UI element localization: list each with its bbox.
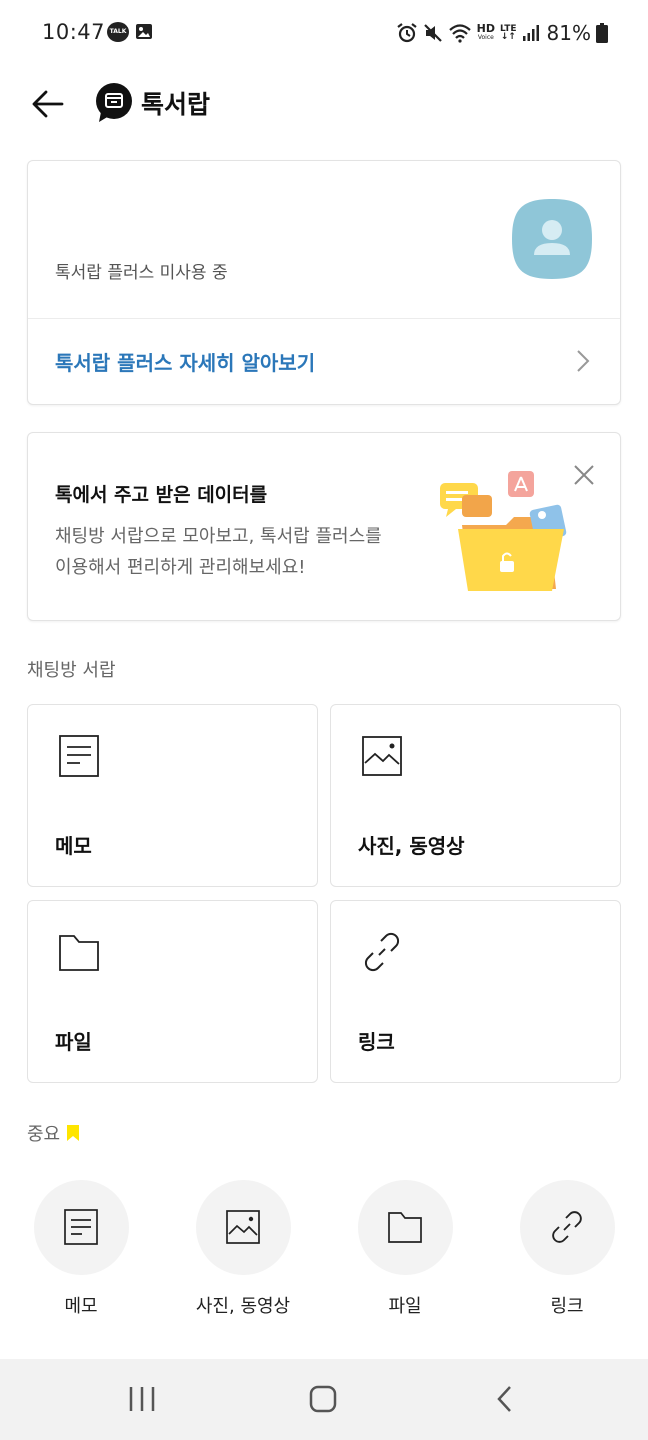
promo-description: 채팅방 서랍으로 모아보고, 톡서랍 플러스를 이용해서 편리하게 관리해보세요… <box>55 526 382 578</box>
important-link-label: 링크 <box>550 1296 584 1317</box>
hd-voice-indicator: HD Voice <box>476 22 495 41</box>
status-time: 10:47 <box>42 20 106 44</box>
image-notification-icon <box>136 24 152 39</box>
memo-icon <box>59 735 99 777</box>
photo-icon <box>362 736 402 776</box>
battery-icon <box>596 23 608 43</box>
file-tile-label: 파일 <box>55 1030 92 1054</box>
drawer-folder-illustration <box>440 471 567 591</box>
battery-percent: 81% <box>546 21 591 45</box>
plus-learn-more-link[interactable]: 톡서랍 플러스 자세히 알아보기 <box>55 347 315 376</box>
kakaotalk-notification-icon: TALK <box>107 22 129 42</box>
alarm-icon <box>396 23 417 43</box>
memo-icon <box>63 1209 98 1245</box>
memo-tile[interactable]: 메모 <box>27 704 318 887</box>
plus-status-text: 톡서랍 플러스 미사용 중 <box>55 263 228 283</box>
nav-back-icon[interactable] <box>486 1381 526 1417</box>
system-navigation-bar <box>0 1359 648 1440</box>
recent-apps-icon[interactable] <box>122 1381 162 1417</box>
important-section-label: 중요 <box>27 1120 80 1146</box>
lte-indicator: LTE ↓↑ <box>500 24 517 42</box>
important-photo-button[interactable]: 사진, 동영상 <box>178 1180 308 1318</box>
profile-avatar <box>512 199 592 279</box>
folder-icon <box>59 935 99 971</box>
link-tile-label: 링크 <box>358 1030 395 1054</box>
chevron-right-icon[interactable] <box>576 349 590 373</box>
promo-title: 톡에서 주고 받은 데이터를 <box>55 484 268 506</box>
important-memo-button[interactable]: 메모 <box>16 1180 146 1318</box>
memo-tile-label: 메모 <box>55 834 92 858</box>
divider <box>28 318 620 319</box>
important-file-label: 파일 <box>388 1296 422 1317</box>
promo-banner: 톡에서 주고 받은 데이터를 채팅방 서랍으로 모아보고, 톡서랍 플러스를 이… <box>27 432 621 621</box>
link-tile[interactable]: 링크 <box>330 900 621 1083</box>
talk-drawer-logo-icon <box>96 83 132 122</box>
important-photo-label: 사진, 동영상 <box>195 1296 291 1317</box>
signal-icon <box>522 25 539 41</box>
app-header: 톡서랍 <box>0 76 648 132</box>
mute-icon <box>423 24 442 42</box>
wifi-icon <box>448 24 471 43</box>
chat-drawer-section-label: 채팅방 서랍 <box>27 660 116 681</box>
link-icon <box>551 1211 582 1243</box>
photo-video-tile[interactable]: 사진, 동영상 <box>330 704 621 887</box>
file-tile[interactable]: 파일 <box>27 900 318 1083</box>
photo-icon <box>225 1210 260 1244</box>
important-link-circle <box>519 1180 615 1275</box>
bookmark-icon <box>67 1125 80 1141</box>
status-bar: 10:47 TALK HD Voice LTE ↓↑ 81% <box>0 0 648 64</box>
important-memo-label: 메모 <box>64 1296 98 1317</box>
important-link-button[interactable]: 링크 <box>502 1180 632 1318</box>
back-arrow-icon[interactable] <box>28 86 68 122</box>
important-file-button[interactable]: 파일 <box>340 1180 470 1318</box>
important-photo-circle <box>195 1180 291 1275</box>
photo-video-tile-label: 사진, 동영상 <box>358 834 465 858</box>
folder-icon <box>387 1212 422 1243</box>
link-icon <box>364 932 400 972</box>
page-title: 톡서랍 <box>141 90 211 119</box>
important-file-circle <box>357 1180 453 1275</box>
home-icon[interactable] <box>303 1381 343 1417</box>
important-memo-circle <box>33 1180 129 1275</box>
talk-drawer-plus-card: 톡서랍 플러스 미사용 중 톡서랍 플러스 자세히 알아보기 <box>27 160 621 405</box>
